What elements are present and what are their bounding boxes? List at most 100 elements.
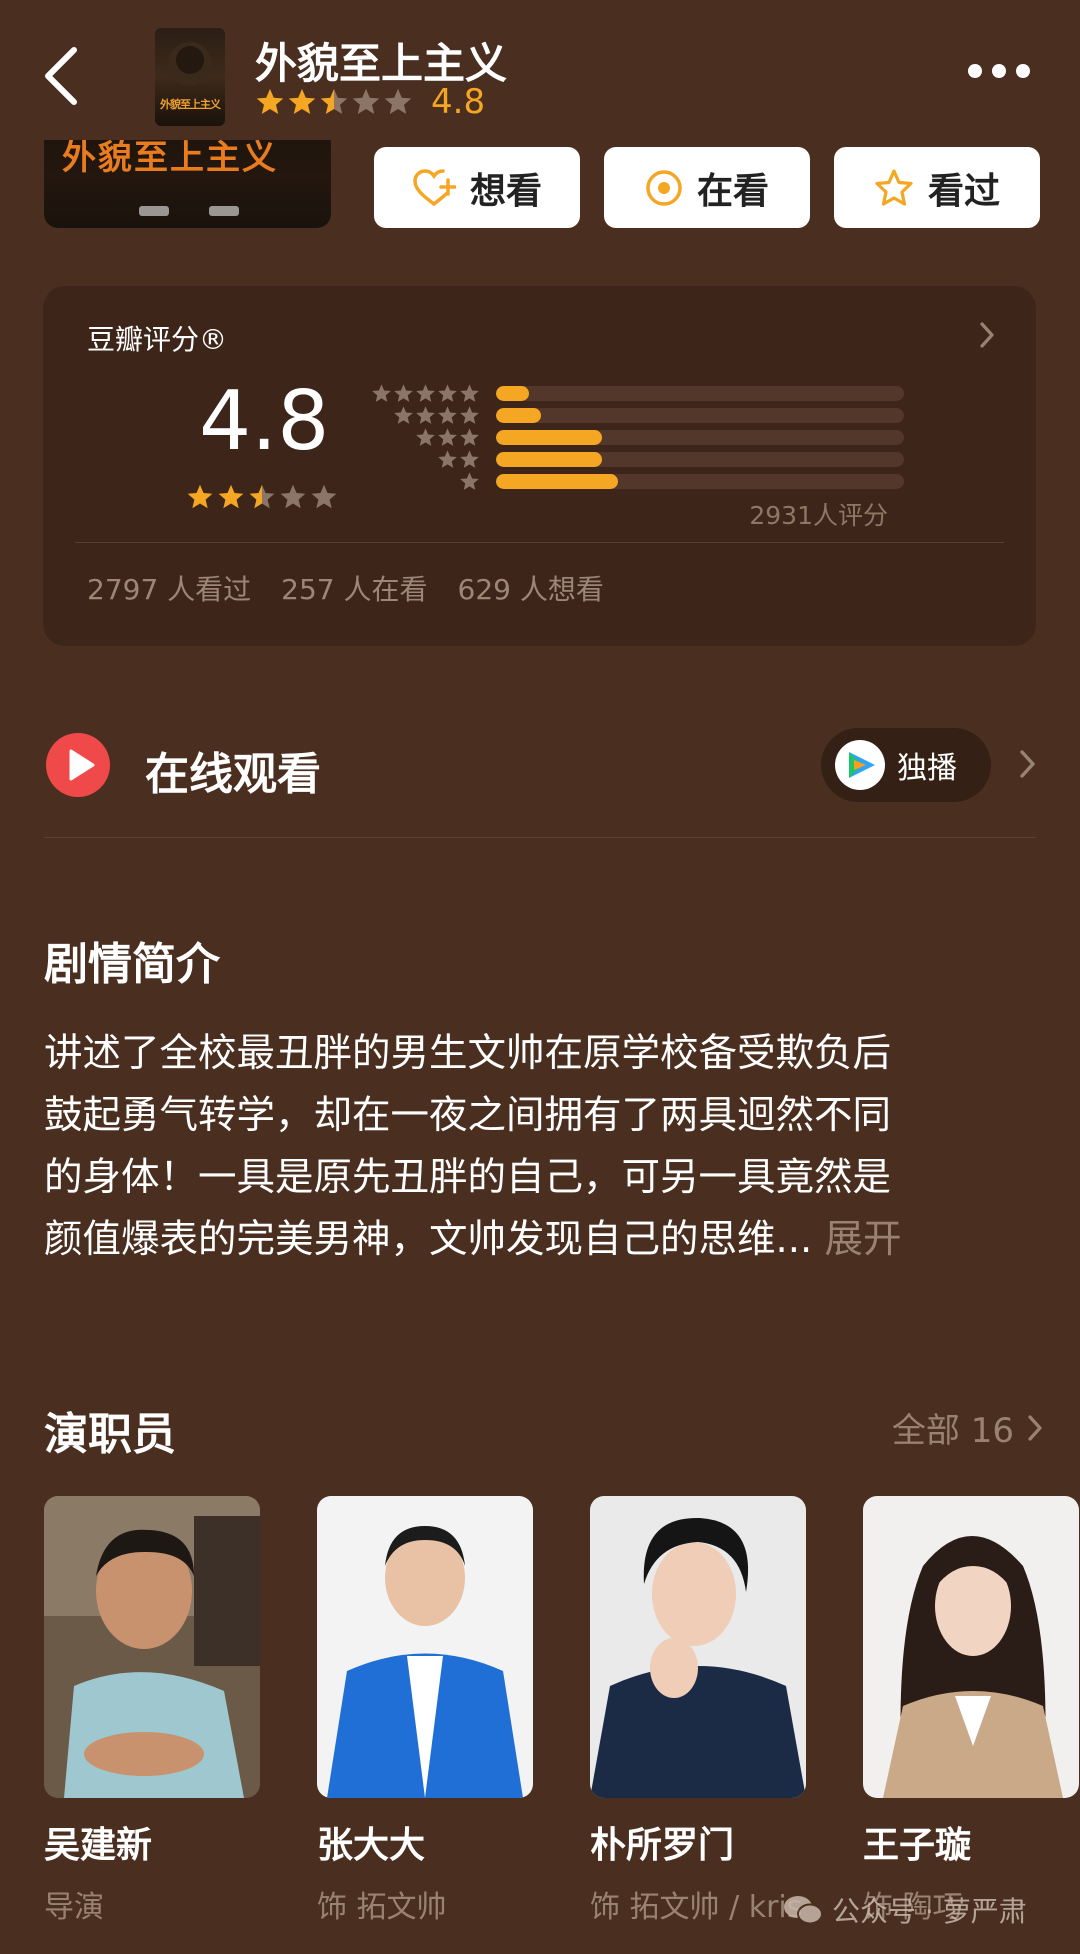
rating-distribution bbox=[368, 382, 904, 492]
rating-stats: 2797 人看过 257 人在看 629 人想看 bbox=[87, 568, 604, 608]
rating-divider bbox=[75, 542, 1004, 543]
star-filled-icon bbox=[438, 427, 457, 446]
play-icon bbox=[46, 733, 110, 797]
heart-plus-icon bbox=[413, 168, 456, 206]
cast-name: 吴建新 bbox=[44, 1825, 153, 1866]
cast-all-link[interactable]: 全部 16 bbox=[892, 1403, 1044, 1452]
star-outline-icon bbox=[875, 168, 913, 206]
watched-button[interactable]: 看过 bbox=[834, 147, 1040, 228]
star-filled-icon bbox=[438, 405, 457, 424]
chevron-right-icon[interactable] bbox=[1018, 748, 1038, 780]
cast-photo bbox=[863, 1496, 1079, 1798]
want-to-watch-label: 想看 bbox=[469, 170, 542, 212]
expand-link[interactable]: 展开 bbox=[824, 1217, 901, 1262]
watermark: 公众号 · 萝严肃 bbox=[782, 1890, 1027, 1930]
cast-card[interactable]: 王子璇 饰 陶巧 bbox=[863, 1496, 1079, 1926]
chevron-left-icon bbox=[45, 47, 77, 105]
star-filled-icon bbox=[416, 427, 435, 446]
more-options-button[interactable] bbox=[968, 64, 1030, 78]
distribution-bar bbox=[496, 473, 619, 489]
star-filled-icon bbox=[288, 88, 316, 114]
distribution-stars bbox=[368, 449, 480, 470]
tencent-video-icon bbox=[835, 740, 885, 790]
cast-role: 饰 拓文帅 bbox=[317, 1890, 447, 1925]
distribution-track bbox=[496, 407, 904, 423]
star-half-icon bbox=[320, 88, 348, 114]
chevron-right-icon bbox=[1028, 1414, 1042, 1441]
cast-card[interactable]: 吴建新 导演 bbox=[44, 1496, 260, 1926]
cast-card[interactable]: 张大大 饰 拓文帅 bbox=[317, 1496, 533, 1926]
star-filled-icon bbox=[460, 449, 479, 468]
cast-card[interactable]: 朴所罗门 饰 拓文帅 / kris bbox=[590, 1496, 806, 1926]
synopsis-title: 剧情简介 bbox=[44, 939, 220, 990]
cast-photo bbox=[44, 1496, 260, 1798]
dot-icon bbox=[968, 64, 982, 78]
chevron-right-icon bbox=[980, 322, 994, 348]
synopsis-line-text: 颜值爆表的完美男神，文帅发现自己的思维... bbox=[44, 1217, 813, 1262]
star-filled-icon bbox=[394, 405, 413, 424]
distribution-bar bbox=[496, 451, 603, 467]
cast-photo bbox=[590, 1496, 806, 1798]
star-filled-icon bbox=[187, 484, 213, 509]
distribution-track bbox=[496, 385, 904, 401]
star-filled-icon bbox=[438, 449, 457, 468]
star-filled-icon bbox=[416, 383, 435, 402]
distribution-stars bbox=[368, 383, 480, 404]
top-bar: 外貌至上主义 外貌至上主义 4.8 bbox=[0, 0, 1080, 140]
cast-all-label: 全部 16 bbox=[891, 1411, 1014, 1451]
header-rating: 4.8 bbox=[255, 82, 486, 122]
cast-name: 朴所罗门 bbox=[590, 1825, 735, 1866]
exclusive-badge[interactable]: 独播 bbox=[821, 728, 991, 802]
distribution-bar bbox=[496, 429, 603, 445]
distribution-row bbox=[368, 470, 904, 492]
star-filled-icon bbox=[218, 484, 244, 509]
watching-label: 在看 bbox=[696, 170, 769, 212]
cast-photo bbox=[317, 1496, 533, 1798]
distribution-stars bbox=[368, 405, 480, 426]
distribution-stars bbox=[368, 427, 480, 448]
action-buttons: 想看 在看 看过 bbox=[374, 147, 1040, 228]
star-filled-icon bbox=[438, 383, 457, 402]
rating-card[interactable]: 豆瓣评分® 4.8 2931人评分 2797 人看过 257 人在看 629 人… bbox=[43, 286, 1036, 646]
star-filled-icon bbox=[256, 88, 284, 114]
star-filled-icon bbox=[394, 383, 413, 402]
synopsis-line: 鼓起勇气转学，却在一夜之间拥有了两具迥然不同 bbox=[44, 1093, 892, 1138]
distribution-row bbox=[368, 382, 904, 404]
cast-role: 导演 bbox=[44, 1890, 104, 1925]
star-empty-icon bbox=[352, 88, 380, 114]
star-half-icon bbox=[249, 484, 275, 509]
star-filled-icon bbox=[460, 383, 479, 402]
distribution-track bbox=[496, 473, 904, 489]
rating-score: 4.8 bbox=[199, 374, 330, 469]
header-star-rating bbox=[255, 87, 413, 117]
distribution-bar bbox=[496, 407, 541, 423]
synopsis-line: 颜值爆表的完美男神，文帅发现自己的思维... 展开 bbox=[44, 1209, 1044, 1271]
star-empty-icon bbox=[311, 484, 337, 509]
watch-online-title[interactable]: 在线观看 bbox=[145, 738, 321, 802]
section-divider bbox=[44, 837, 1036, 838]
douban-rating-label: 豆瓣评分® bbox=[87, 323, 228, 356]
watermark-text: 公众号 · 萝严肃 bbox=[832, 1895, 1027, 1928]
cast-role: 饰 拓文帅 / kris bbox=[590, 1890, 803, 1925]
want-count: 629 人想看 bbox=[457, 573, 604, 606]
back-button[interactable] bbox=[40, 44, 88, 108]
header-poster-thumbnail[interactable]: 外貌至上主义 bbox=[155, 28, 225, 126]
synopsis-line: 讲述了全校最丑胖的男生文帅在原学校备受欺负后 bbox=[44, 1031, 892, 1076]
distribution-track bbox=[496, 429, 904, 445]
star-filled-icon bbox=[372, 383, 391, 402]
star-filled-icon bbox=[460, 427, 479, 446]
star-filled-icon bbox=[416, 405, 435, 424]
watched-count: 2797 人看过 bbox=[87, 573, 252, 606]
exclusive-label: 独播 bbox=[897, 751, 957, 786]
want-to-watch-button[interactable]: 想看 bbox=[374, 147, 580, 228]
distribution-row bbox=[368, 448, 904, 470]
cast-title: 演职员 bbox=[44, 1409, 176, 1460]
header-score: 4.8 bbox=[431, 82, 486, 122]
watching-button[interactable]: 在看 bbox=[604, 147, 810, 228]
dot-icon bbox=[992, 64, 1006, 78]
wechat-icon bbox=[784, 1896, 823, 1925]
synopsis-text: 讲述了全校最丑胖的男生文帅在原学校备受欺负后 鼓起勇气转学，却在一夜之间拥有了两… bbox=[44, 1023, 1044, 1271]
rating-stars bbox=[186, 483, 338, 511]
rating-count: 2931人评分 bbox=[749, 501, 888, 530]
target-icon bbox=[646, 169, 682, 206]
